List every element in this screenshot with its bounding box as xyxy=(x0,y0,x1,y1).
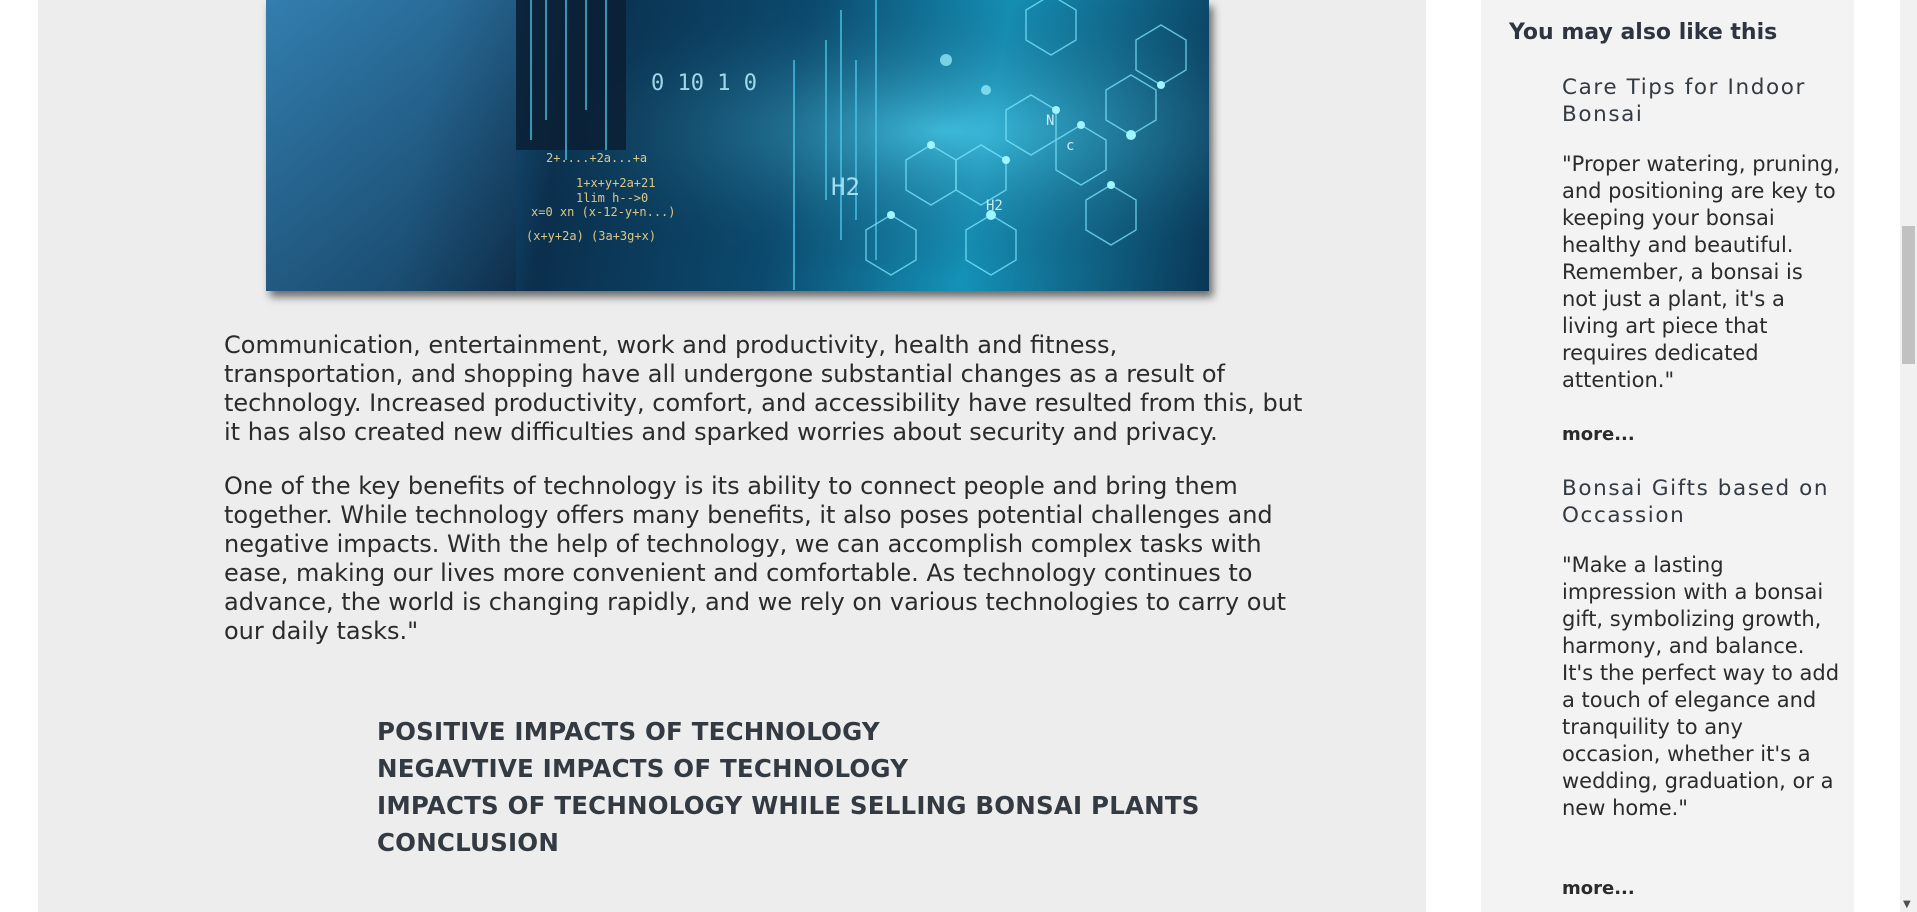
svg-text:2+....+2a...+a: 2+....+2a...+a xyxy=(546,151,647,165)
hero-technology-illustration: 0 10 1 0 2+....+2a...+a 1+x+y+2a+21 1lim… xyxy=(266,0,1209,291)
svg-text:(x+y+2a) (3a+3g+x): (x+y+2a) (3a+3g+x) xyxy=(526,229,656,243)
svg-text:x=0 xn (x-12-y+n...): x=0 xn (x-12-y+n...) xyxy=(531,205,676,219)
article-column: 0 10 1 0 2+....+2a...+a 1+x+y+2a+21 1lim… xyxy=(38,0,1426,912)
page-scrollbar[interactable]: ▼ xyxy=(1900,0,1917,912)
article-paragraph: Communication, entertainment, work and p… xyxy=(224,331,1303,446)
svg-text:0 10 1 0: 0 10 1 0 xyxy=(651,71,757,96)
related-article-excerpt: "Make a lasting impression with a bonsai… xyxy=(1562,553,1840,820)
toc-link-conclusion[interactable]: CONCLUSION xyxy=(377,824,1200,861)
svg-text:H2: H2 xyxy=(831,173,860,201)
table-of-contents: POSITIVE IMPACTS OF TECHNOLOGY NEGAVTIVE… xyxy=(377,713,1200,861)
svg-text:H2: H2 xyxy=(986,198,1003,214)
toc-link-positive-impacts[interactable]: POSITIVE IMPACTS OF TECHNOLOGY xyxy=(377,713,1200,750)
scrollbar-thumb[interactable] xyxy=(1902,226,1915,364)
related-article-excerpt: "Proper watering, pruning, and positioni… xyxy=(1562,152,1840,392)
svg-text:N: N xyxy=(1046,113,1054,129)
related-article-title[interactable]: Bonsai Gifts based on Occassion xyxy=(1562,475,1832,529)
toc-link-negative-impacts[interactable]: NEGAVTIVE IMPACTS OF TECHNOLOGY xyxy=(377,750,1200,787)
related-article-title[interactable]: Care Tips for Indoor Bonsai xyxy=(1562,74,1832,128)
article-paragraph: One of the key benefits of technology is… xyxy=(224,472,1287,645)
more-link[interactable]: more... xyxy=(1562,878,1635,899)
more-link[interactable]: more... xyxy=(1562,424,1635,445)
toc-link-selling-bonsai[interactable]: IMPACTS OF TECHNOLOGY WHILE SELLING BONS… xyxy=(377,787,1200,824)
related-sidebar: You may also like this Care Tips for Ind… xyxy=(1481,0,1854,912)
sidebar-heading: You may also like this xyxy=(1509,20,1778,45)
scroll-down-arrow-icon[interactable]: ▼ xyxy=(1903,900,1911,910)
svg-text:1+x+y+2a+21: 1+x+y+2a+21 xyxy=(576,176,655,190)
svg-text:1lim h-->0: 1lim h-->0 xyxy=(576,191,648,205)
svg-text:c: c xyxy=(1066,138,1074,154)
article-hero-image: 0 10 1 0 2+....+2a...+a 1+x+y+2a+21 1lim… xyxy=(266,0,1209,291)
